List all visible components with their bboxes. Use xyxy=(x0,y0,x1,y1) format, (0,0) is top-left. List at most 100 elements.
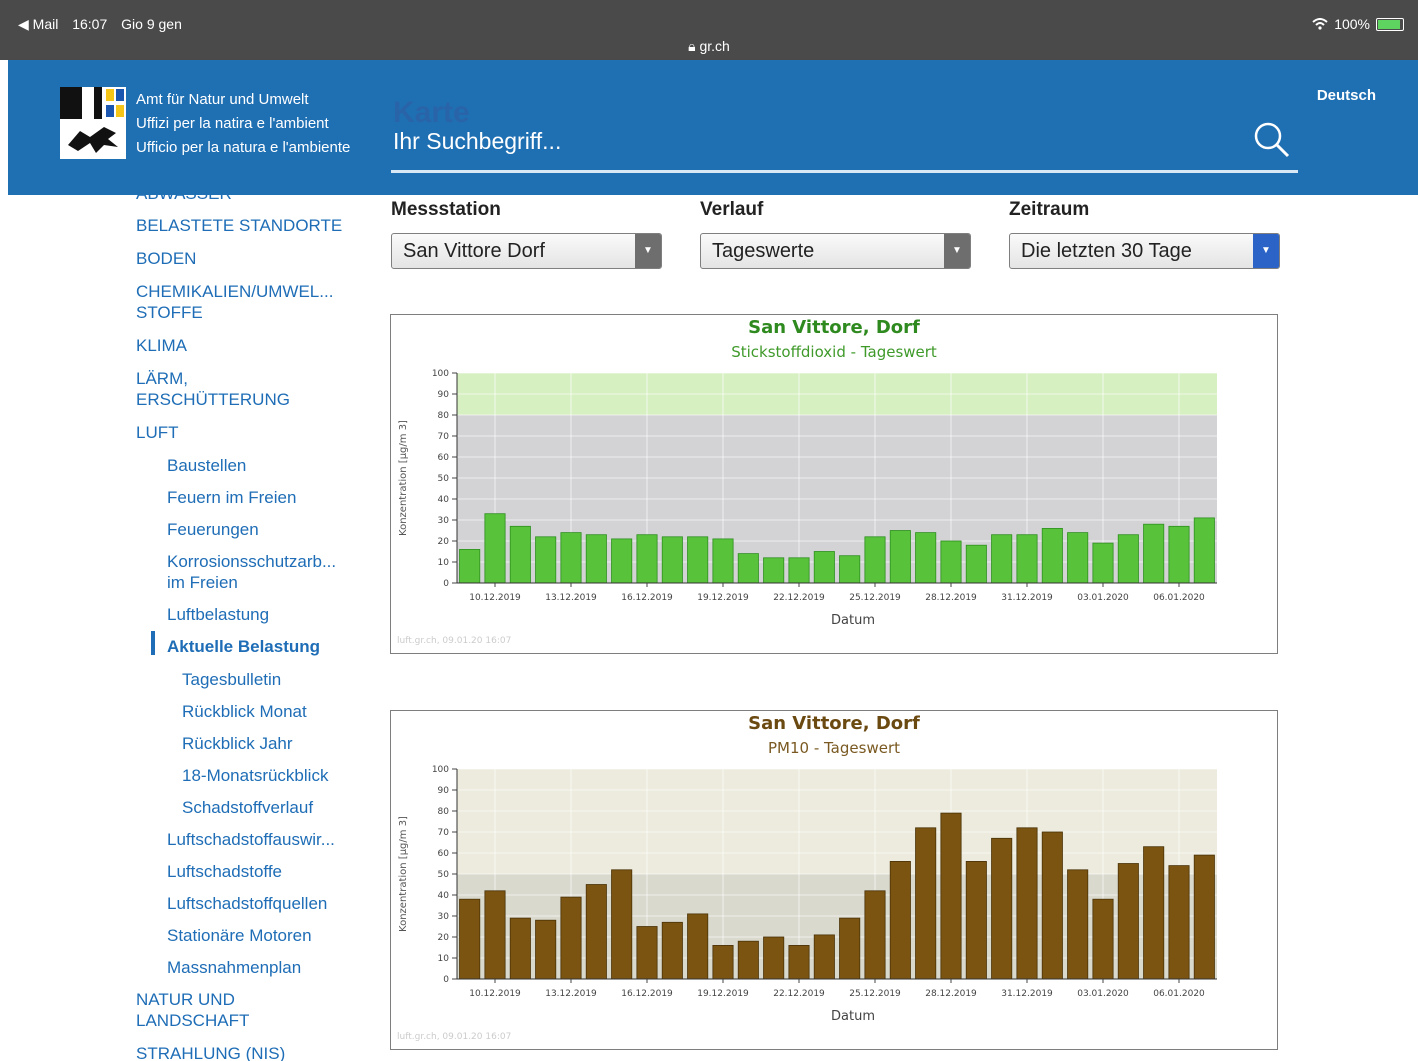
bar xyxy=(1168,865,1190,980)
active-item-indicator xyxy=(151,631,155,655)
y-tick-label: 60 xyxy=(438,849,450,859)
chevron-down-icon: ▼ xyxy=(1253,234,1279,268)
bar xyxy=(509,525,531,584)
bar xyxy=(1067,532,1089,584)
bar xyxy=(915,532,937,584)
x-tick-label: 06.01.2020 xyxy=(1153,989,1205,999)
sidebar-item-natur-und-landschaft[interactable]: NATUR UND LANDSCHAFT xyxy=(136,989,249,1031)
bar xyxy=(864,536,886,584)
search-icon[interactable] xyxy=(1252,120,1292,160)
no2-chart-footer: luft.gr.ch, 09.01.20 16:07 xyxy=(397,636,512,646)
org-line-de: Amt für Natur und Umwelt xyxy=(136,91,309,108)
bar xyxy=(585,884,607,980)
bar xyxy=(459,898,481,980)
sidebar-item-18-monatsrueckblick[interactable]: 18-Monatsrückblick xyxy=(182,765,328,786)
sidebar-item-aktuelle-belastung[interactable]: Aktuelle Belastung xyxy=(167,636,320,657)
y-tick-label: 10 xyxy=(438,954,450,964)
y-tick-label: 100 xyxy=(432,765,449,775)
org-line-it: Ufficio per la natura e l'ambiente xyxy=(136,139,351,156)
y-tick-label: 100 xyxy=(432,369,449,379)
sidebar-item-stationaere-motoren[interactable]: Stationäre Motoren xyxy=(167,925,312,946)
x-tick-label: 13.12.2019 xyxy=(545,593,597,603)
sidebar-item-klima[interactable]: KLIMA xyxy=(136,335,187,356)
ios-status-bar: ◀ Mail 16:07 Gio 9 gen 🔒︎ gr.ch 100% xyxy=(0,0,1418,60)
sidebar-item-feuern-im-freien[interactable]: Feuern im Freien xyxy=(167,487,296,508)
pm10-chart-title: San Vittore, Dorf xyxy=(748,713,920,734)
sidebar-item-belastete-standorte[interactable]: BELASTETE STANDORTE xyxy=(136,215,342,236)
wifi-icon xyxy=(1312,18,1328,30)
x-tick-label: 25.12.2019 xyxy=(849,593,901,603)
sidebar-item-baustellen[interactable]: Baustellen xyxy=(167,455,246,476)
bar xyxy=(1168,525,1190,584)
search-field[interactable]: Karte Ihr Suchbegriff... xyxy=(391,96,1298,173)
bar xyxy=(813,934,835,980)
bar xyxy=(687,913,709,980)
messstation-select[interactable]: San Vittore Dorf ▼ xyxy=(391,233,662,269)
sidebar-item-boden[interactable]: BODEN xyxy=(136,248,196,269)
y-axis-label: Konzentration [µg/m 3] xyxy=(398,420,409,536)
y-tick-label: 60 xyxy=(438,453,450,463)
sidebar-item-feuerungen[interactable]: Feuerungen xyxy=(167,519,259,540)
x-tick-label: 31.12.2019 xyxy=(1001,989,1053,999)
sidebar-item-chemikalien[interactable]: CHEMIKALIEN/UMWEL... STOFFE xyxy=(136,281,333,323)
pm10-chart-plot: 0 10 20 30 40 50 60 70 80 90 100 10.12.2019 13.12.20… xyxy=(398,765,1217,999)
x-tick-label: 06.01.2020 xyxy=(1153,593,1205,603)
lock-icon: 🔒︎ xyxy=(688,38,696,54)
bar xyxy=(712,944,734,980)
bar xyxy=(560,896,582,980)
status-time: 16:07 xyxy=(72,16,108,32)
sidebar-item-rueckblick-monat[interactable]: Rückblick Monat xyxy=(182,701,307,722)
bar xyxy=(940,540,962,584)
sidebar-item-laerm[interactable]: LÄRM, ERSCHÜTTERUNG xyxy=(136,368,290,410)
bar xyxy=(991,837,1013,980)
zeitraum-value: Die letzten 30 Tage xyxy=(1021,240,1192,262)
site-header: Amt für Natur und Umwelt Uffizi per la n… xyxy=(8,60,1418,195)
zeitraum-label: Zeitraum xyxy=(1009,199,1090,220)
language-switch[interactable]: Deutsch xyxy=(1317,87,1376,104)
sidebar-item-strahlung[interactable]: STRAHLUNG (NIS) xyxy=(136,1043,285,1061)
canton-logo[interactable] xyxy=(60,87,126,159)
bar xyxy=(1092,542,1114,584)
sidebar-item-tagesbulletin[interactable]: Tagesbulletin xyxy=(182,669,281,690)
sidebar-item-luftschadstoffe[interactable]: Luftschadstoffe xyxy=(167,861,282,882)
bar xyxy=(763,557,785,584)
sidebar-item-luft[interactable]: LUFT xyxy=(136,422,179,443)
y-tick-label: 30 xyxy=(438,516,450,526)
zeitraum-select[interactable]: Die letzten 30 Tage ▼ xyxy=(1009,233,1280,269)
address-bar[interactable]: 🔒︎ gr.ch xyxy=(0,38,1418,55)
org-line-rm: Uffizi per la natira e l'ambient xyxy=(136,115,329,132)
sidebar-item-korrosionsschutz[interactable]: Korrosionsschutzarb... im Freien xyxy=(167,551,336,593)
no2-chart: 0 10 20 30 40 50 60 70 80 90 100 10.12.2019 13.12.20… xyxy=(390,314,1278,654)
sidebar-item-luftschadstoffauswirkungen[interactable]: Luftschadstoffauswir... xyxy=(167,829,335,850)
bar xyxy=(1117,534,1139,584)
verlauf-select[interactable]: Tageswerte ▼ xyxy=(700,233,971,269)
bar xyxy=(1117,863,1139,980)
y-tick-label: 0 xyxy=(443,579,449,589)
bar xyxy=(839,555,861,584)
verlauf-value: Tageswerte xyxy=(712,240,815,262)
back-to-mail-link[interactable]: ◀ Mail xyxy=(18,16,58,32)
bar xyxy=(661,921,683,980)
verlauf-label: Verlauf xyxy=(700,199,764,220)
x-tick-label: 19.12.2019 xyxy=(697,593,749,603)
chevron-down-icon: ▼ xyxy=(944,234,970,268)
sidebar-item-abwasser[interactable]: ABWASSER xyxy=(136,195,232,204)
bar xyxy=(1016,827,1038,980)
bar xyxy=(1016,534,1038,584)
bar xyxy=(1143,846,1165,980)
x-tick-label: 25.12.2019 xyxy=(849,989,901,999)
sidebar-item-luftbelastung[interactable]: Luftbelastung xyxy=(167,604,269,625)
bar xyxy=(965,544,987,584)
sidebar-item-luftschadstoffquellen[interactable]: Luftschadstoffquellen xyxy=(167,893,327,914)
bar xyxy=(737,940,759,980)
x-tick-label: 19.12.2019 xyxy=(697,989,749,999)
bar xyxy=(636,926,658,980)
sidebar-item-massnahmenplan[interactable]: Massnahmenplan xyxy=(167,957,301,978)
y-tick-label: 20 xyxy=(438,537,450,547)
y-tick-label: 90 xyxy=(438,390,450,400)
sidebar-item-schadstoffverlauf[interactable]: Schadstoffverlauf xyxy=(182,797,313,818)
battery-icon xyxy=(1376,17,1404,31)
no2-chart-xlabel: Datum xyxy=(831,613,875,628)
search-input[interactable]: Ihr Suchbegriff... xyxy=(393,128,561,155)
sidebar-item-rueckblick-jahr[interactable]: Rückblick Jahr xyxy=(182,733,293,754)
